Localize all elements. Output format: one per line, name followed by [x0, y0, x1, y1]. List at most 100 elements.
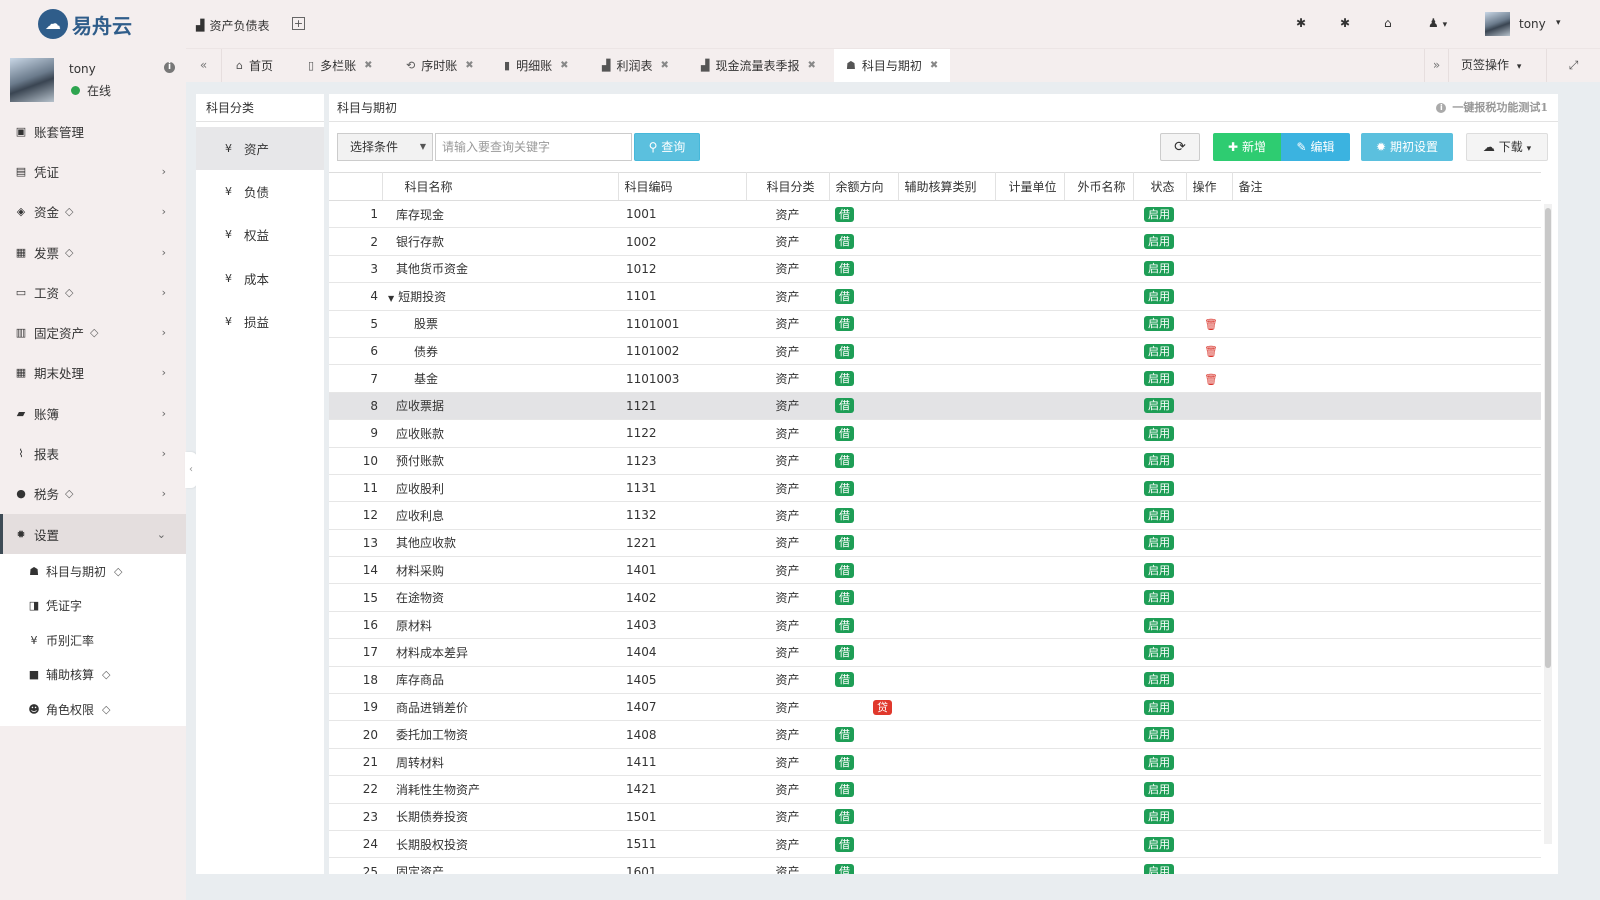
table-row[interactable]: 24 长期股权投资 1511 资产借 启用 [329, 830, 1541, 859]
column-header[interactable]: 状态 [1133, 172, 1187, 201]
edit-button[interactable]: ✎ 编辑 [1281, 133, 1350, 161]
download-button[interactable]: ☁ 下载 ▾ [1466, 133, 1548, 161]
category-item[interactable]: ¥ 成本 [196, 257, 324, 300]
table-row[interactable]: 11 应收股利 1131 资产借 启用 [329, 474, 1541, 503]
close-icon[interactable]: ✖ [364, 60, 372, 71]
bug-icon[interactable]: ✱ [1296, 16, 1306, 30]
table-row[interactable]: 6 债券 1101002 资产借 启用 🗑 [329, 337, 1541, 366]
table-row[interactable]: 21 周转材料 1411 资产借 启用 [329, 748, 1541, 777]
table-row[interactable]: 4 ▼ 短期投资 1101 资产借 启用 [329, 282, 1541, 311]
fullscreen-icon[interactable]: ⤢ [1546, 49, 1600, 82]
breadcrumb[interactable]: ▟ 资产负债表 [196, 17, 269, 34]
category-item[interactable]: ¥ 损益 [196, 300, 324, 343]
tab[interactable]: ⌂ 首页 [224, 49, 285, 82]
table-row[interactable]: 16 原材料 1403 资产借 启用 [329, 611, 1541, 640]
home-icon[interactable]: ⌂ [1384, 16, 1392, 30]
info-icon[interactable]: i [164, 62, 175, 73]
sidebar-item[interactable]: ▥ 固定资产 ◇ › [0, 312, 186, 352]
category-item[interactable]: ¥ 资产 [196, 127, 324, 171]
logo[interactable]: ☁ 易舟云 [0, 0, 186, 48]
condition-select[interactable]: 选择条件 ▼ [337, 133, 433, 161]
avatar[interactable] [10, 58, 54, 102]
column-header[interactable]: 外币名称 [1064, 172, 1134, 201]
tab[interactable]: ▯ 多栏账 ✖ [296, 49, 384, 82]
add-button[interactable]: ✚ 新增 [1213, 133, 1281, 161]
tab[interactable]: ▟ 现金流量表季报 ✖ [689, 49, 828, 82]
column-header[interactable]: 余额方向 [829, 172, 899, 201]
sidebar-item[interactable]: ✹ 设置 ⌄ [0, 513, 186, 555]
sidebar-subitem[interactable]: ◨ 凭证字 [0, 589, 186, 623]
search-button[interactable]: ⚲ 查询 [634, 133, 700, 161]
trash-icon[interactable]: 🗑 [1204, 345, 1218, 358]
sidebar-item[interactable]: ▦ 发票 ◇ › [0, 232, 186, 272]
table-row[interactable]: 20 委托加工物资 1408 资产借 启用 [329, 720, 1541, 749]
close-icon[interactable]: ✖ [807, 60, 815, 71]
category-item[interactable]: ¥ 负债 [196, 170, 324, 213]
table-row[interactable]: 17 材料成本差异 1404 资产借 启用 [329, 638, 1541, 667]
user-menu-icon[interactable]: ♟ ▾ [1428, 16, 1447, 30]
trash-icon[interactable]: 🗑 [1204, 318, 1218, 331]
scrollbar-thumb[interactable] [1545, 208, 1551, 668]
top-avatar[interactable] [1485, 12, 1510, 36]
sidebar-item[interactable]: ▦ 期末处理 › [0, 353, 186, 393]
table-row[interactable]: 9 应收账款 1122 资产借 启用 [329, 419, 1541, 448]
column-header[interactable]: 辅助核算类别 [898, 172, 996, 201]
table-row[interactable]: 2 银行存款 1002 资产借 启用 [329, 227, 1541, 256]
column-header[interactable]: 科目分类 [746, 172, 830, 201]
search-input[interactable] [435, 133, 632, 161]
table-row[interactable]: 14 材料采购 1401 资产借 启用 [329, 556, 1541, 585]
tab[interactable]: ⟲ 序时账 ✖ [394, 49, 486, 82]
tabs-scroll-right-icon[interactable]: » [1424, 49, 1448, 82]
tab[interactable]: ▟ 利润表 ✖ [590, 49, 681, 82]
add-tab-icon[interactable]: + [292, 17, 305, 30]
column-header[interactable]: 操作 [1186, 172, 1233, 201]
table-row[interactable]: 23 长期债券投资 1501 资产借 启用 [329, 803, 1541, 831]
sidebar-subitem[interactable]: ¥ 币别汇率 [0, 623, 186, 657]
table-row[interactable]: 25 固定资产 1601 资产借 启用 [329, 857, 1541, 874]
tab-operations-dropdown[interactable]: 页签操作 ▾ [1448, 49, 1546, 82]
close-icon[interactable]: ✖ [930, 60, 938, 71]
bug-icon[interactable]: ✱ [1340, 16, 1350, 30]
table-row[interactable]: 1 库存现金 1001 资产借 启用 [329, 200, 1541, 229]
table-row[interactable]: 7 基金 1101003 资产借 启用 🗑 [329, 364, 1541, 393]
sidebar-item[interactable]: ▰ 账簿 › [0, 393, 186, 433]
tabs-scroll-left-icon[interactable]: « [186, 49, 222, 82]
column-header[interactable]: 计量单位 [995, 172, 1065, 201]
table-row[interactable]: 15 在途物资 1402 资产借 启用 [329, 583, 1541, 612]
sidebar-item[interactable]: ● 税务 ◇ › [0, 474, 186, 514]
column-header[interactable]: 备注 [1232, 172, 1541, 201]
category-item[interactable]: ¥ 权益 [196, 213, 324, 256]
breadcrumb-label: 资产负债表 [209, 19, 270, 33]
table-scrollbar[interactable] [1544, 204, 1552, 844]
table-row[interactable]: 18 库存商品 1405 资产借 启用 [329, 666, 1541, 695]
trash-icon[interactable]: 🗑 [1204, 373, 1218, 386]
sidebar-item[interactable]: ◈ 资金 ◇ › [0, 192, 186, 232]
sidebar-item[interactable]: ▤ 凭证 › [0, 151, 186, 191]
caret-down-icon[interactable]: ▾ [1556, 18, 1561, 28]
opening-settings-button[interactable]: ✹ 期初设置 [1361, 133, 1453, 161]
table-row[interactable]: 10 预付账款 1123 资产借 启用 [329, 447, 1541, 475]
close-icon[interactable]: ✖ [465, 60, 473, 71]
table-row[interactable]: 19 商品进销差价 1407 资产 贷 启用 [329, 693, 1541, 722]
table-row[interactable]: 22 消耗性生物资产 1421 资产借 启用 [329, 775, 1541, 804]
table-row[interactable]: 3 其他货币资金 1012 资产借 启用 [329, 255, 1541, 284]
tab[interactable]: ▮ 明细账 ✖ [492, 49, 580, 82]
sidebar-subitem[interactable]: ☗ 科目与期初 ◇ [0, 554, 186, 588]
expand-caret-icon[interactable]: ▼ [388, 294, 394, 303]
table-row[interactable]: 12 应收利息 1132 资产借 启用 [329, 501, 1541, 530]
table-row[interactable]: 5 股票 1101001 资产借 启用 🗑 [329, 310, 1541, 338]
sidebar-item[interactable]: ▣ 账套管理 [0, 111, 186, 151]
close-icon[interactable]: ✖ [660, 60, 668, 71]
column-header[interactable]: 科目编码 [618, 172, 747, 201]
sidebar-item[interactable]: ⌇ 报表 › [0, 433, 186, 473]
close-icon[interactable]: ✖ [560, 60, 568, 71]
refresh-button[interactable]: ⟳ [1160, 133, 1200, 161]
top-user-name[interactable]: tony [1519, 17, 1546, 31]
sidebar-subitem[interactable]: ■ 辅助核算 ◇ [0, 657, 186, 691]
sidebar-subitem[interactable]: ☻ 角色权限 ◇ [0, 692, 186, 726]
table-row[interactable]: 13 其他应收款 1221 资产借 启用 [329, 529, 1541, 558]
column-header[interactable]: 科目名称 [382, 172, 619, 201]
tab[interactable]: ☗ 科目与期初 ✖ [834, 49, 951, 82]
sidebar-item[interactable]: ▭ 工资 ◇ › [0, 272, 186, 312]
table-row[interactable]: 8 应收票据 1121 资产借 启用 [329, 392, 1541, 421]
